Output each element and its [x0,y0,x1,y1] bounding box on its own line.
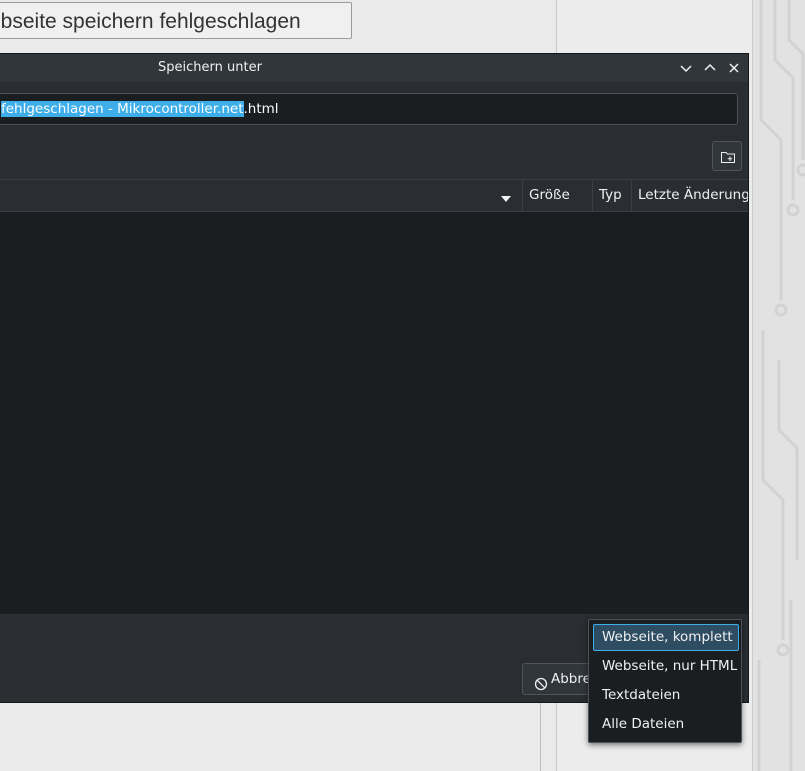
new-folder-button[interactable] [712,141,742,171]
filetype-option-text[interactable]: Textdateien [593,682,739,709]
close-icon[interactable] [725,59,743,77]
circuit-pattern-icon [757,0,805,771]
filetype-option-html-only[interactable]: Webseite, nur HTML [593,653,739,680]
filename-selected-text: fehlgeschlagen - Mikrocontroller.net [1,101,244,117]
cancel-icon [534,672,548,694]
filename-input[interactable]: fehlgeschlagen - Mikrocontroller.net.htm… [0,93,738,125]
file-list-header: Größe Typ Letzte Änderung [0,180,748,212]
column-header-modified[interactable]: Letzte Änderung [631,180,748,211]
dialog-title: Speichern unter [158,60,262,75]
save-as-dialog: Speichern unter fehlgeschlagen - Mikroco… [0,53,749,703]
minimize-icon[interactable] [677,59,695,77]
cancel-button-label: Abbre [551,671,591,687]
background-pattern [752,0,805,771]
column-header-type[interactable]: Typ [592,180,631,211]
cancel-button[interactable]: Abbre [522,663,592,695]
new-folder-icon [721,152,735,163]
dialog-titlebar[interactable]: Speichern unter [0,54,748,82]
background-divider [540,700,541,771]
sort-descending-icon[interactable] [500,191,512,207]
file-list[interactable]: Größe Typ Letzte Änderung [0,179,748,615]
background-page-title: ebseite speichern fehlgeschlagen [0,2,352,39]
filetype-option-complete[interactable]: Webseite, komplett [593,624,739,651]
filetype-dropdown-menu: Webseite, komplett Webseite, nur HTML Te… [588,619,742,743]
column-header-size[interactable]: Größe [522,180,592,211]
maximize-icon[interactable] [701,59,719,77]
filename-extension: .html [243,101,279,117]
filetype-option-all[interactable]: Alle Dateien [593,711,739,738]
